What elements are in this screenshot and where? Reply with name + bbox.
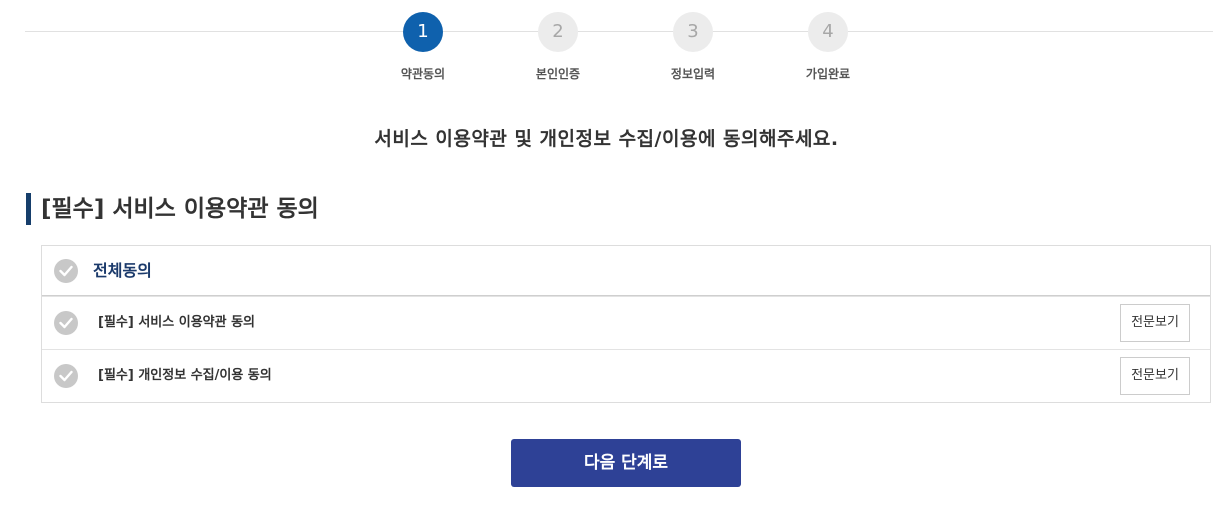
view-full-terms-button[interactable]: 전문보기: [1120, 304, 1190, 342]
step-label: 약관동의: [400, 67, 446, 81]
step-number: 3: [673, 12, 713, 52]
step-label: 본인인증: [535, 67, 581, 81]
step-label: 정보입력: [670, 67, 716, 81]
stepper-line: [25, 31, 1213, 32]
step-1: 1 약관동의: [363, 12, 483, 82]
instruction-text: 서비스 이용약관 및 개인정보 수집/이용에 동의해주세요.: [374, 128, 839, 150]
step-number: 1: [403, 12, 443, 52]
step-3: 3 정보입력: [633, 12, 753, 82]
next-step-button[interactable]: 다음 단계로: [511, 439, 741, 487]
step-number: 4: [808, 12, 848, 52]
section-title: [필수] 서비스 이용약관 동의: [26, 193, 319, 225]
check-circle-icon[interactable]: [54, 258, 78, 283]
check-circle-icon[interactable]: [54, 364, 78, 388]
agreement-box: 전체동의 [필수] 서비스 이용약관 동의 전문보기 [필수] 개인정보 수집/…: [41, 245, 1211, 403]
agreement-row-privacy[interactable]: [필수] 개인정보 수집/이용 동의 전문보기: [42, 349, 1210, 402]
agree-all-row[interactable]: 전체동의: [42, 246, 1210, 296]
agreement-label[interactable]: [필수] 서비스 이용약관 동의: [98, 297, 255, 349]
agree-all-label[interactable]: 전체동의: [93, 246, 152, 295]
step-label: 가입완료: [805, 67, 851, 81]
view-full-privacy-button[interactable]: 전문보기: [1120, 357, 1190, 395]
step-4: 4 가입완료: [768, 12, 888, 82]
agreement-label[interactable]: [필수] 개인정보 수집/이용 동의: [98, 350, 272, 402]
step-2: 2 본인인증: [498, 12, 618, 82]
check-circle-icon[interactable]: [54, 311, 78, 335]
agreement-row-terms[interactable]: [필수] 서비스 이용약관 동의 전문보기: [42, 296, 1210, 349]
step-number: 2: [538, 12, 578, 52]
